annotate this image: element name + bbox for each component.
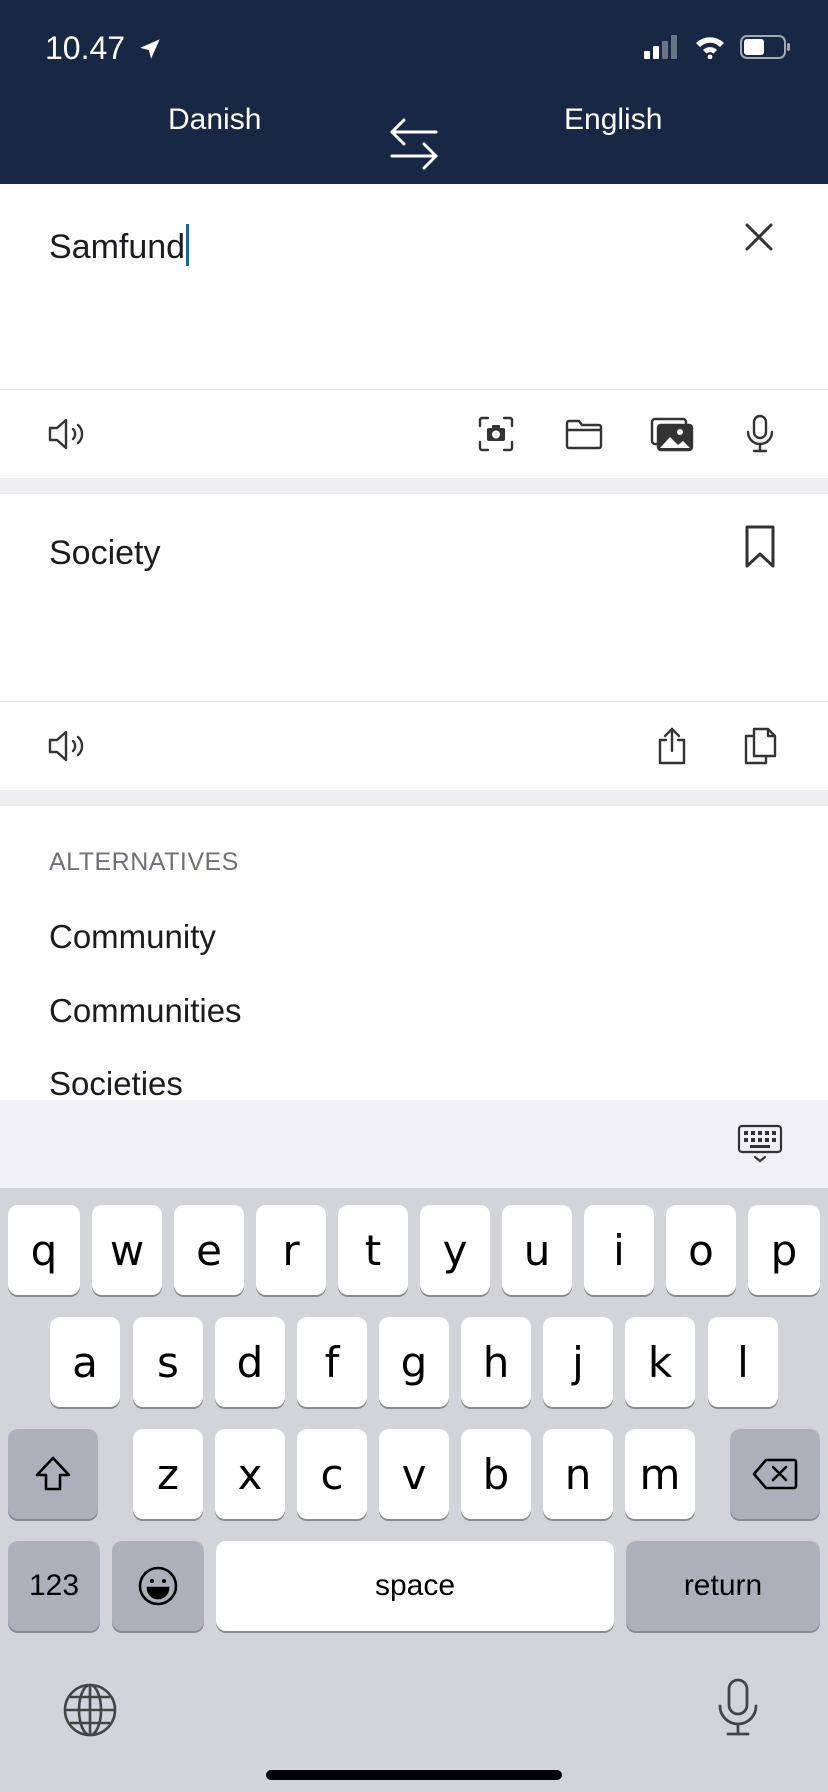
status-time-label: 10.47 — [45, 30, 126, 66]
key-o[interactable]: o — [666, 1205, 736, 1295]
key-m[interactable]: m — [625, 1429, 695, 1519]
copy-button[interactable] — [736, 722, 784, 770]
close-icon — [745, 223, 773, 251]
photo-library-button[interactable] — [648, 410, 696, 458]
open-file-button[interactable] — [560, 410, 608, 458]
key-y[interactable]: y — [420, 1205, 490, 1295]
key-k[interactable]: k — [625, 1317, 695, 1407]
bookmark-icon — [745, 525, 775, 568]
swap-arrows-icon — [390, 118, 438, 170]
keyboard: q w e r t y u i o p a s d f g h j k l z … — [0, 1188, 828, 1792]
key-w[interactable]: w — [92, 1205, 162, 1295]
home-indicator — [266, 1770, 562, 1780]
shift-icon — [35, 1456, 71, 1491]
key-l[interactable]: l — [708, 1317, 778, 1407]
key-p[interactable]: p — [748, 1205, 820, 1295]
source-text-panel[interactable]: Samfund — [0, 184, 828, 390]
target-language-selector[interactable]: English — [564, 103, 662, 137]
copy-icon — [744, 727, 777, 765]
key-r[interactable]: r — [256, 1205, 326, 1295]
key-c[interactable]: c — [297, 1429, 367, 1519]
speaker-icon — [48, 418, 84, 450]
source-text-input[interactable]: Samfund — [49, 224, 190, 267]
status-time: 10.47 — [45, 30, 163, 67]
key-g[interactable]: g — [379, 1317, 449, 1407]
key-d[interactable]: d — [215, 1317, 285, 1407]
shift-key[interactable] — [8, 1429, 98, 1519]
key-i[interactable]: i — [584, 1205, 654, 1295]
key-b[interactable]: b — [461, 1429, 531, 1519]
speaker-icon — [48, 730, 84, 762]
microphone-icon — [718, 1678, 758, 1736]
source-text-value: Samfund — [49, 228, 186, 266]
alternatives-title: ALTERNATIVES — [49, 848, 239, 876]
return-key[interactable]: return — [626, 1541, 820, 1631]
voice-input-button[interactable] — [736, 410, 784, 458]
key-s[interactable]: s — [133, 1317, 203, 1407]
alternatives-section: ALTERNATIVES Community Communities Socie… — [0, 806, 828, 1100]
source-language-selector[interactable]: Danish — [168, 103, 261, 137]
key-j[interactable]: j — [543, 1317, 613, 1407]
key-u[interactable]: u — [502, 1205, 572, 1295]
camera-scan-icon — [478, 416, 514, 452]
hide-keyboard-button[interactable] — [736, 1124, 784, 1164]
bookmark-button[interactable] — [742, 524, 778, 570]
text-caret — [186, 224, 190, 266]
share-button[interactable] — [648, 722, 696, 770]
dictation-button[interactable] — [716, 1678, 760, 1738]
app-header: 10.47 Danish English — [0, 0, 828, 184]
speak-result-button[interactable] — [44, 722, 92, 770]
alternative-item[interactable]: Societies — [49, 1065, 183, 1100]
speak-source-button[interactable] — [44, 410, 92, 458]
section-divider — [0, 478, 828, 494]
key-x[interactable]: x — [215, 1429, 285, 1519]
key-q[interactable]: q — [8, 1205, 80, 1295]
key-a[interactable]: a — [50, 1317, 120, 1407]
swap-languages-button[interactable] — [388, 116, 440, 170]
translation-result-panel: Society — [0, 494, 828, 702]
camera-scan-button[interactable] — [472, 410, 520, 458]
source-toolbar — [0, 390, 828, 478]
alternative-item[interactable]: Community — [49, 918, 216, 956]
delete-key[interactable] — [730, 1429, 820, 1519]
key-f[interactable]: f — [297, 1317, 367, 1407]
result-toolbar — [0, 702, 828, 790]
photos-icon — [650, 417, 694, 452]
emoji-key[interactable] — [112, 1541, 204, 1631]
clear-input-button[interactable] — [740, 218, 778, 256]
keyboard-accessory-bar — [0, 1100, 828, 1188]
key-t[interactable]: t — [338, 1205, 408, 1295]
folder-icon — [565, 419, 603, 450]
signal-icon — [644, 35, 677, 59]
key-h[interactable]: h — [461, 1317, 531, 1407]
key-e[interactable]: e — [174, 1205, 244, 1295]
wifi-icon — [696, 37, 724, 59]
key-n[interactable]: n — [543, 1429, 613, 1519]
emoji-icon — [138, 1566, 178, 1606]
battery-icon — [740, 35, 790, 59]
alternative-item[interactable]: Communities — [49, 992, 242, 1030]
globe-icon — [63, 1683, 117, 1737]
backspace-icon — [752, 1458, 798, 1490]
space-key[interactable]: space — [216, 1541, 614, 1631]
translation-result-text: Society — [49, 534, 161, 572]
section-divider — [0, 790, 828, 806]
status-icons — [644, 34, 792, 60]
key-v[interactable]: v — [379, 1429, 449, 1519]
numbers-key[interactable]: 123 — [8, 1541, 100, 1631]
share-icon — [658, 727, 686, 765]
switch-keyboard-button[interactable] — [62, 1682, 118, 1738]
microphone-icon — [746, 414, 774, 453]
keyboard-dismiss-icon — [737, 1124, 783, 1163]
key-z[interactable]: z — [133, 1429, 203, 1519]
location-arrow-icon — [140, 38, 160, 59]
